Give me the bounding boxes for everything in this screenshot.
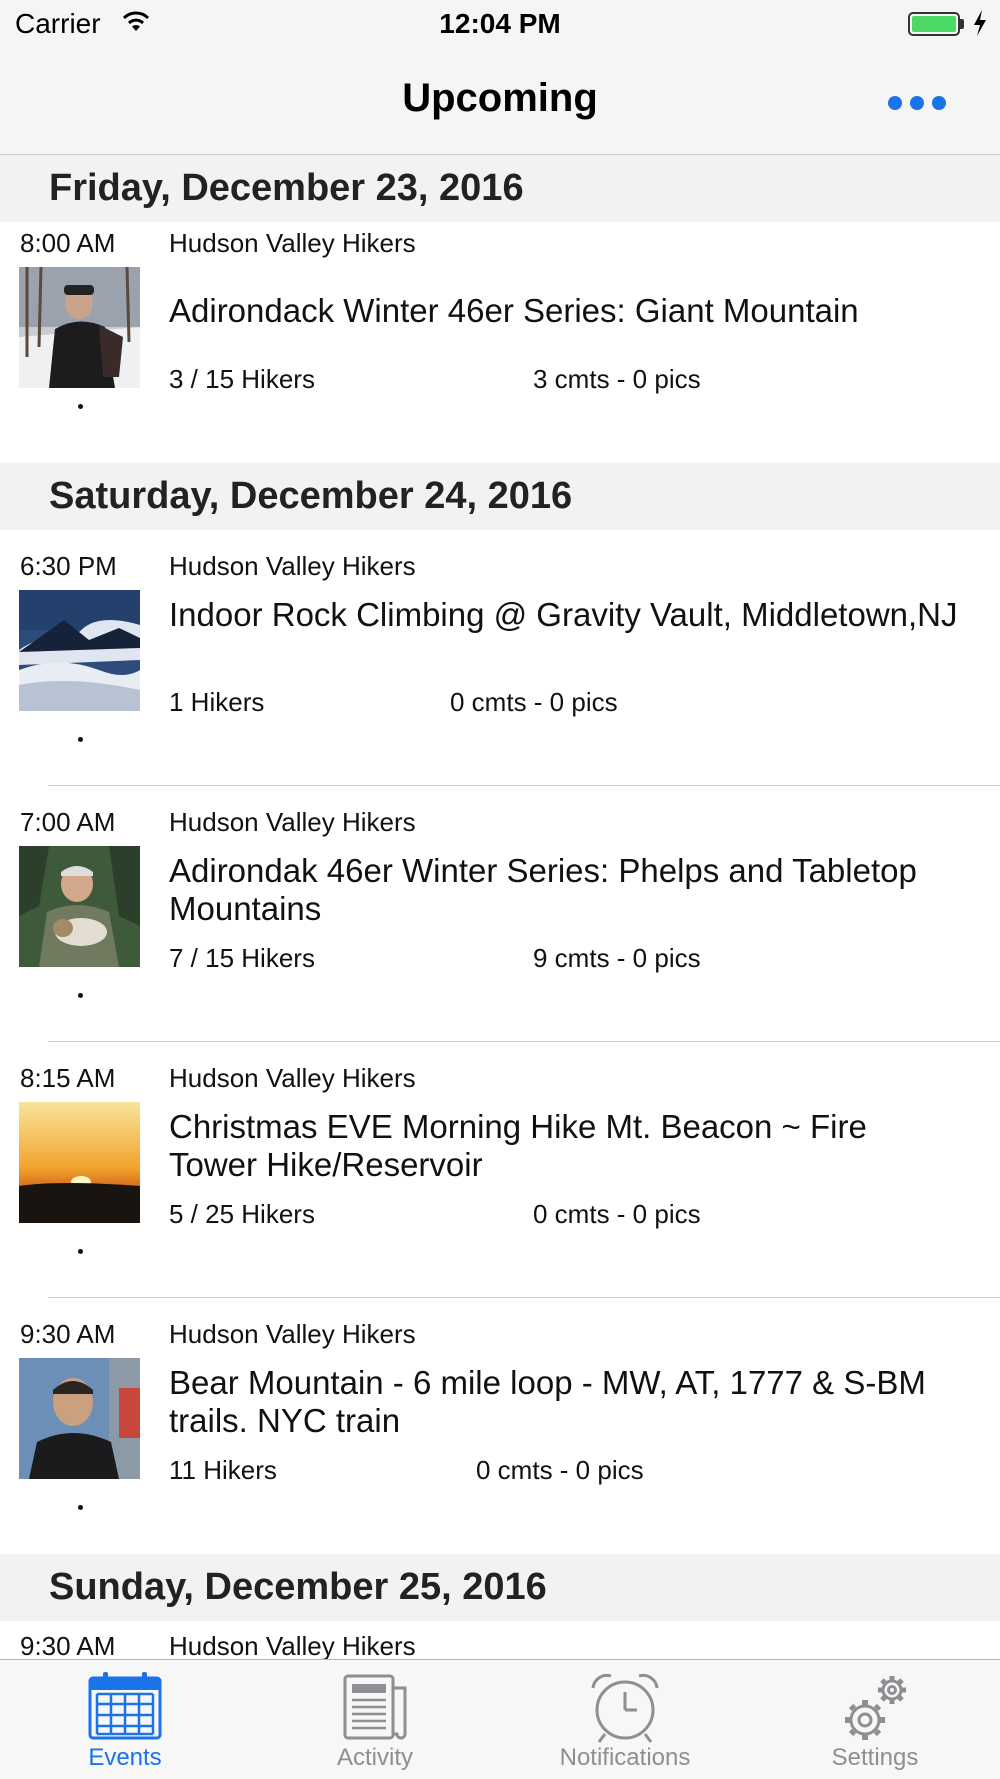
tab-label: Notifications bbox=[559, 1744, 691, 1771]
status-bar: Carrier 12:04 PM bbox=[0, 0, 1000, 50]
navigation-bar: Upcoming bbox=[0, 50, 1000, 155]
sunrise-photo bbox=[19, 1102, 140, 1223]
event-group: Hudson Valley Hikers bbox=[169, 228, 416, 258]
tab-events[interactable]: Events bbox=[0, 1660, 250, 1779]
event-hikers: 11 Hikers bbox=[169, 1455, 277, 1485]
row-dot bbox=[78, 737, 83, 742]
tab-label: Settings bbox=[831, 1744, 919, 1771]
event-stats: 0 cmts - 0 pics bbox=[450, 687, 618, 717]
event-list[interactable]: Friday, December 23, 2016 8:00 AM Hudson… bbox=[0, 155, 1000, 1659]
tab-notifications[interactable]: Notifications bbox=[500, 1660, 750, 1779]
event-time: 9:30 AM bbox=[20, 1631, 116, 1659]
row-dot bbox=[78, 1249, 83, 1254]
gears-icon bbox=[845, 1676, 906, 1740]
calendar-icon bbox=[88, 1672, 162, 1740]
event-row[interactable]: 8:00 AM Hudson Valley Hikers Adirondack … bbox=[0, 222, 1000, 463]
event-time: 8:00 AM bbox=[20, 228, 116, 258]
clouds-mountain-photo bbox=[19, 590, 140, 711]
row-dot bbox=[78, 1505, 83, 1510]
event-row[interactable]: 6:30 PM Hudson Valley Hikers Indoor Rock… bbox=[0, 530, 1000, 786]
event-row[interactable]: 8:15 AM Hudson Valley Hikers Christmas E… bbox=[0, 1042, 1000, 1298]
clock: 12:04 PM bbox=[439, 8, 561, 39]
tab-label: Events bbox=[88, 1744, 162, 1771]
event-hikers: 5 / 25 Hikers bbox=[169, 1199, 315, 1229]
event-title[interactable]: Bear Mountain - 6 mile loop - MW, AT, 17… bbox=[169, 1364, 960, 1440]
section-header-date: Sunday, December 25, 2016 bbox=[0, 1554, 1000, 1621]
tab-settings[interactable]: Settings bbox=[750, 1660, 1000, 1779]
event-row[interactable]: 7:00 AM Hudson Valley Hikers Adirondak 4… bbox=[0, 786, 1000, 1042]
event-stats: 0 cmts - 0 pics bbox=[533, 1199, 701, 1229]
event-group: Hudson Valley Hikers bbox=[169, 1319, 416, 1349]
event-group: Hudson Valley Hikers bbox=[169, 1063, 416, 1093]
event-title[interactable]: Indoor Rock Climbing @ Gravity Vault, Mi… bbox=[169, 596, 960, 634]
battery-nub bbox=[960, 19, 964, 29]
event-hikers: 3 / 15 Hikers bbox=[169, 364, 315, 394]
tab-bar: Events Activity Notifications Settings bbox=[0, 1659, 1000, 1779]
man-portrait-photo bbox=[19, 1358, 140, 1479]
row-dot bbox=[78, 993, 83, 998]
event-row[interactable]: 9:30 AM Hudson Valley Hikers Bear Mounta… bbox=[0, 1298, 1000, 1554]
event-time: 9:30 AM bbox=[20, 1319, 116, 1349]
hiker-snow-photo bbox=[19, 267, 140, 388]
section-header-date: Saturday, December 24, 2016 bbox=[0, 463, 1000, 530]
page-title: Upcoming bbox=[402, 76, 598, 120]
charging-bolt-icon bbox=[974, 10, 986, 36]
alarm-clock-icon bbox=[591, 1673, 659, 1743]
event-row[interactable]: 9:30 AM Hudson Valley Hikers bbox=[0, 1621, 1000, 1659]
battery-icon bbox=[908, 12, 960, 36]
event-stats: 3 cmts - 0 pics bbox=[533, 364, 701, 394]
event-time: 6:30 PM bbox=[20, 551, 117, 581]
tab-label: Activity bbox=[336, 1744, 413, 1771]
event-group: Hudson Valley Hikers bbox=[169, 807, 416, 837]
tab-activity[interactable]: Activity bbox=[250, 1660, 500, 1779]
event-time: 7:00 AM bbox=[20, 807, 116, 837]
event-group: Hudson Valley Hikers bbox=[169, 551, 416, 581]
newspaper-icon bbox=[343, 1674, 407, 1740]
event-title[interactable]: Adirondack Winter 46er Series: Giant Mou… bbox=[169, 292, 960, 330]
hiker-dog-photo bbox=[19, 846, 140, 967]
event-title[interactable]: Adirondak 46er Winter Series: Phelps and… bbox=[169, 852, 960, 928]
event-hikers: 1 Hikers bbox=[169, 687, 265, 717]
event-stats: 9 cmts - 0 pics bbox=[533, 943, 701, 973]
event-title[interactable]: Christmas EVE Morning Hike Mt. Beacon ~ … bbox=[169, 1108, 960, 1184]
event-group: Hudson Valley Hikers bbox=[169, 1631, 416, 1659]
more-dots-icon[interactable] bbox=[888, 96, 946, 110]
event-time: 8:15 AM bbox=[20, 1063, 116, 1093]
section-header-date: Friday, December 23, 2016 bbox=[0, 155, 1000, 222]
event-stats: 0 cmts - 0 pics bbox=[476, 1455, 644, 1485]
row-dot bbox=[78, 404, 83, 409]
event-hikers: 7 / 15 Hikers bbox=[169, 943, 315, 973]
